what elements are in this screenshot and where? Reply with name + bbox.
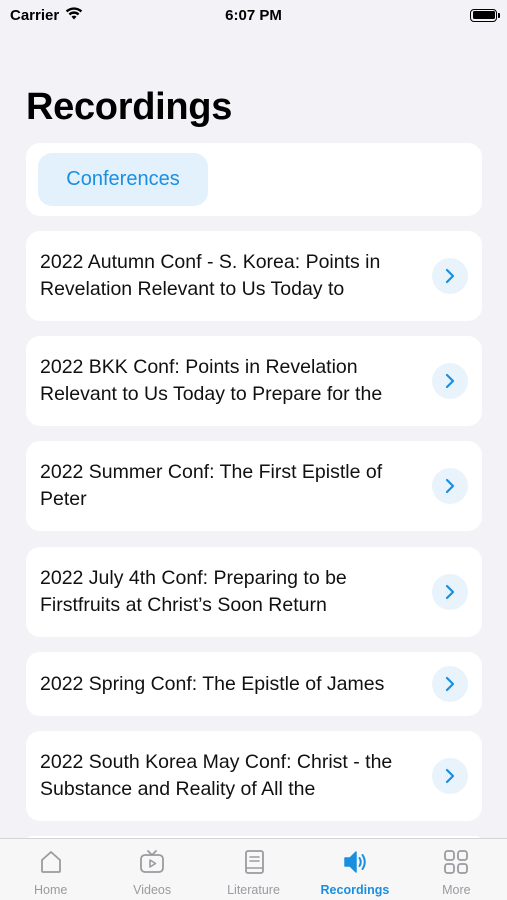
recording-title: 2022 Spring Conf: The Epistle of James xyxy=(40,672,385,695)
chevron-right-icon[interactable] xyxy=(432,363,468,399)
tab-label: Recordings xyxy=(320,883,390,897)
tab-more[interactable]: More xyxy=(406,839,507,900)
status-left: Carrier xyxy=(10,7,83,24)
recording-title: 2022 Summer Conf: The First Epistle of P… xyxy=(40,461,383,510)
chevron-right-icon[interactable] xyxy=(432,468,468,504)
recording-title: 2022 South Korea May Conf: Christ - the … xyxy=(40,751,393,800)
chevron-right-icon[interactable] xyxy=(432,758,468,794)
tab-label: More xyxy=(442,883,471,897)
list-item[interactable]: 2022 Autumn Conf - S. Korea: Points in R… xyxy=(26,231,482,321)
tab-label: Literature xyxy=(227,883,280,897)
carrier-label: Carrier xyxy=(10,6,60,24)
tab-recordings[interactable]: Recordings xyxy=(304,839,405,900)
grid-icon xyxy=(441,847,471,880)
wifi-icon xyxy=(65,6,83,24)
chevron-right-icon[interactable] xyxy=(432,666,468,702)
tv-play-icon xyxy=(137,847,167,880)
list-item[interactable]: 2022 BKK Conf: Points in Revelation Rele… xyxy=(26,336,482,426)
list-item[interactable]: 2022 Spring Conf: The Epistle of James xyxy=(26,652,482,716)
recording-title: 2022 July 4th Conf: Preparing to be Firs… xyxy=(40,567,347,616)
conferences-chip[interactable]: Conferences xyxy=(38,153,208,206)
list-item[interactable]: 2022 South Korea May Conf: Christ - the … xyxy=(26,731,482,821)
recording-title: 2022 Autumn Conf - S. Korea: Points in R… xyxy=(40,251,381,300)
tab-label: Home xyxy=(34,883,68,897)
book-icon xyxy=(239,847,269,880)
tab-home[interactable]: Home xyxy=(0,839,101,900)
tab-videos[interactable]: Videos xyxy=(101,839,202,900)
chevron-right-icon[interactable] xyxy=(432,574,468,610)
tab-label: Videos xyxy=(133,883,172,897)
filter-card: Conferences xyxy=(26,143,482,216)
battery-icon xyxy=(470,8,500,22)
home-icon xyxy=(36,847,66,880)
tab-bar: Home Videos Literature Recordings More xyxy=(0,838,507,900)
status-bar: Carrier 6:07 PM xyxy=(0,0,507,30)
speaker-icon xyxy=(340,847,370,880)
list-item[interactable]: 2022 Summer Conf: The First Epistle of P… xyxy=(26,441,482,531)
list-item[interactable]: 2022 July 4th Conf: Preparing to be Firs… xyxy=(26,547,482,637)
recording-title: 2022 BKK Conf: Points in Revelation Rele… xyxy=(40,356,383,405)
chevron-right-icon[interactable] xyxy=(432,258,468,294)
tab-literature[interactable]: Literature xyxy=(203,839,304,900)
page-title: Recordings xyxy=(26,86,233,128)
